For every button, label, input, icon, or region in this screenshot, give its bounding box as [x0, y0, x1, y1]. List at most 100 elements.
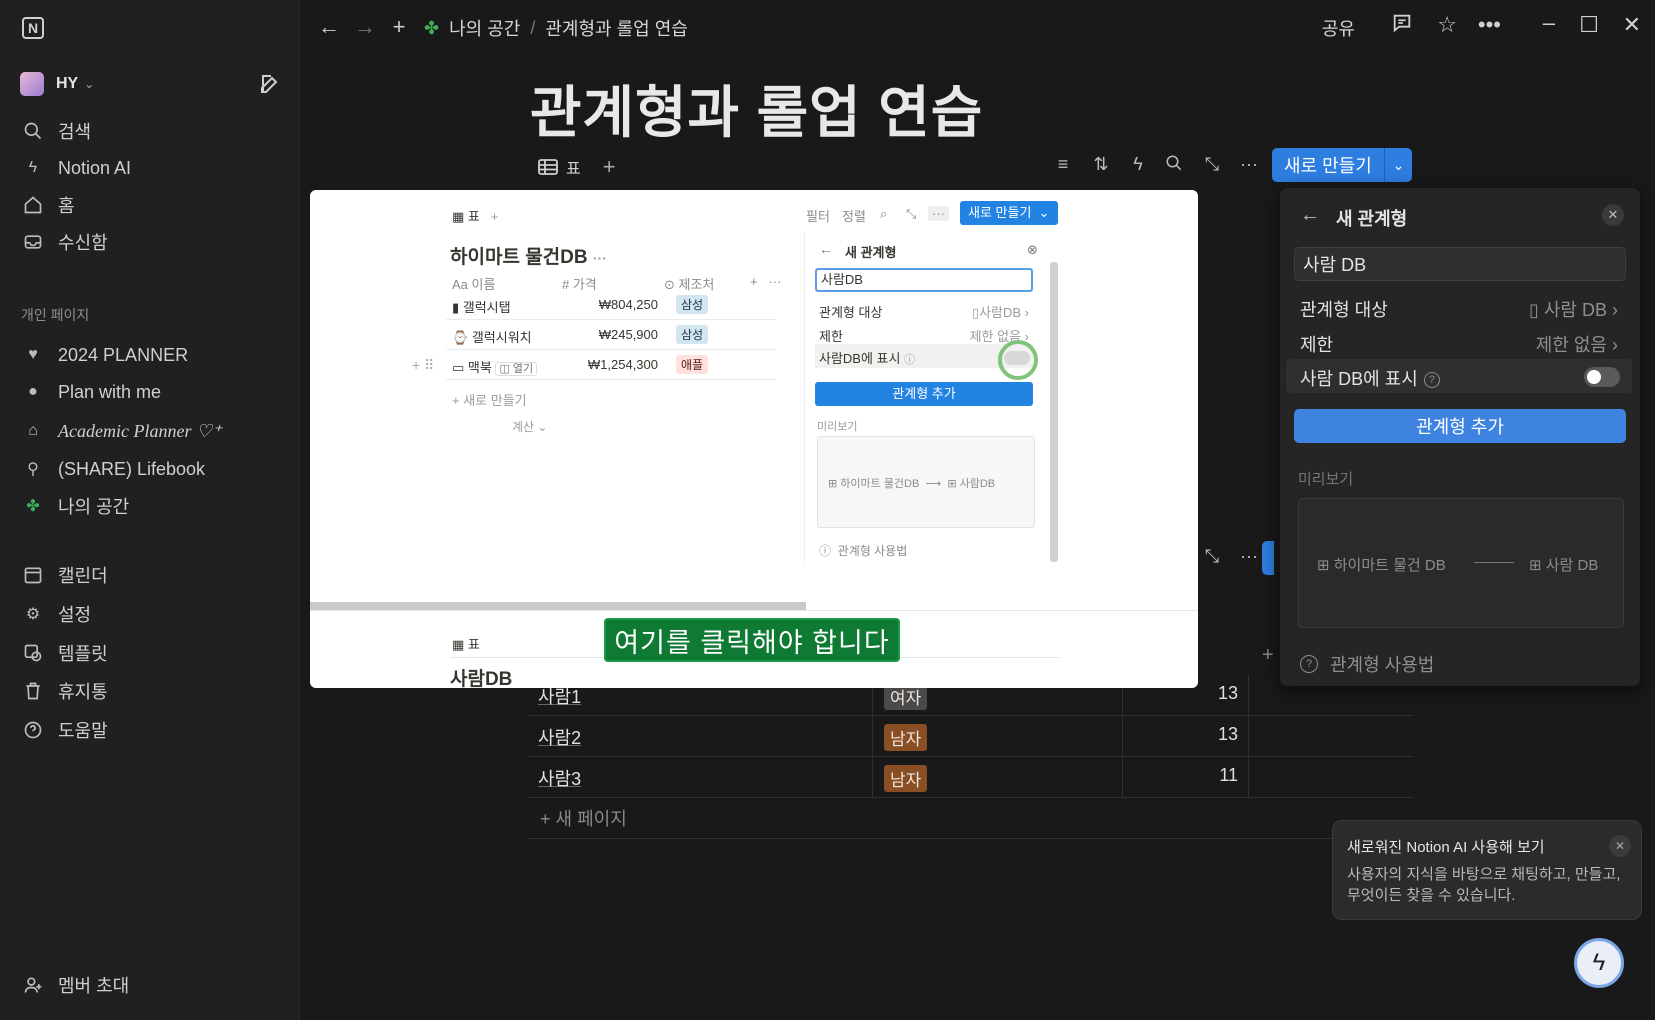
new-page-button[interactable]: + 새 페이지: [540, 805, 627, 831]
expand-icon: ⤡: [906, 206, 917, 221]
sidebar-item-inbox[interactable]: 수신함: [22, 228, 108, 256]
sidebar-item-calendar[interactable]: 캘린더: [22, 561, 108, 589]
invite-members-button[interactable]: 멤버 초대: [22, 971, 129, 999]
relation-target-row[interactable]: 관계형 대상 ▯ 사람 DB ›: [1294, 290, 1626, 324]
notion-ai-popup[interactable]: 새로워진 Notion AI 사용해 보기 사용자의 지식을 바탕으로 채팅하고…: [1332, 820, 1642, 920]
new-button[interactable]: [1262, 541, 1274, 575]
limit-row[interactable]: 제한 제한 없음 ›: [1294, 325, 1626, 359]
star-icon[interactable]: ☆: [1437, 12, 1457, 38]
more-icon[interactable]: ···: [1238, 154, 1260, 175]
more-icon[interactable]: ···: [1238, 546, 1260, 567]
sidebar-item-notion-ai[interactable]: ϟ Notion AI: [22, 154, 131, 182]
home-icon: [22, 194, 44, 216]
breadcrumb-root[interactable]: 나의 공간: [449, 15, 520, 41]
status-badge: 남자: [884, 724, 928, 751]
overlay-row: ▭ 맥북 ◫ 열기 ₩1,254,300 애플: [446, 350, 776, 380]
overlay-row-name-text: 갤럭시워치: [471, 330, 532, 345]
more-icon: ···: [928, 206, 949, 221]
add-property-icon[interactable]: +: [1262, 644, 1274, 667]
new-button[interactable]: 새로 만들기 ⌄: [1272, 148, 1412, 182]
sidebar-item-templates[interactable]: 템플릿: [22, 639, 108, 667]
sidebar-page-my-space[interactable]: ✤ 나의 공간: [22, 492, 129, 520]
minimize-icon[interactable]: –: [1543, 10, 1555, 36]
invite-label: 멤버 초대: [58, 976, 130, 996]
automation-icon[interactable]: ϟ: [1127, 154, 1149, 175]
sidebar-item-home[interactable]: 홈: [22, 191, 75, 219]
sidebar-page-lifebook[interactable]: ⚲ (SHARE) Lifebook: [22, 455, 205, 483]
preview-label: 미리보기: [1298, 471, 1354, 488]
comment-icon[interactable]: [1391, 12, 1413, 40]
overlay-row-name: ⌚ 갤럭시워치: [452, 330, 532, 345]
new-page-icon[interactable]: [258, 72, 282, 96]
back-arrow-icon[interactable]: ←: [1300, 204, 1320, 227]
table-row[interactable]: 사람2 남자 13: [528, 716, 1414, 757]
notion-ai-icon[interactable]: ϟ: [1574, 938, 1624, 988]
howto-text: 관계형 사용법: [1330, 655, 1435, 675]
sidebar-item-search[interactable]: 검색: [22, 117, 91, 145]
notion-logo-icon[interactable]: N: [22, 17, 44, 39]
table-row[interactable]: 사람3 남자 11: [528, 757, 1414, 798]
sidebar-page-plan-with-me[interactable]: ● Plan with me: [22, 378, 161, 406]
show-on-target-row[interactable]: 사람 DB에 표시?: [1286, 359, 1632, 393]
add-relation-button[interactable]: 관계형 추가: [1294, 409, 1626, 443]
sidebar-item-label: 검색: [58, 122, 92, 142]
building-icon: ⌂: [28, 422, 38, 439]
sidebar-page-2024-planner[interactable]: ♥ 2024 PLANNER: [22, 341, 188, 369]
relation-howto-link[interactable]: ? 관계형 사용법: [1300, 651, 1434, 677]
forward-arrow-icon[interactable]: →: [352, 14, 378, 40]
tab-table-view[interactable]: 표 +: [538, 154, 616, 180]
chevron-down-icon[interactable]: ⌄: [1384, 148, 1412, 182]
scrollbar: [1050, 262, 1058, 562]
filter-icon[interactable]: ≡: [1052, 154, 1074, 175]
overlay-row-price: ₩804,250: [598, 297, 658, 312]
page-title[interactable]: 관계형과 롤업 연습: [530, 68, 983, 149]
back-arrow-icon: ←: [819, 241, 833, 257]
add-view-icon[interactable]: +: [603, 154, 616, 180]
row-name[interactable]: 사람3: [538, 765, 581, 791]
maximize-icon[interactable]: ☐: [1579, 12, 1599, 38]
row-name[interactable]: 사람2: [538, 724, 581, 750]
limit-value: 제한 없음 ›: [1535, 335, 1618, 355]
overlay-row-name: ▭ 맥북 ◫ 열기: [452, 357, 538, 376]
breadcrumb-page[interactable]: 관계형과 롤업 연습: [545, 15, 687, 41]
overlay-new-row: + 새로 만들기: [452, 393, 527, 408]
sidebar-item-label: 휴지통: [58, 682, 108, 702]
expand-icon[interactable]: ⤡: [1201, 154, 1223, 175]
instruction-callout: 여기를 클릭해야 합니다: [604, 618, 900, 662]
shell-icon: ●: [28, 383, 38, 400]
close-icon[interactable]: ✕: [1623, 12, 1641, 38]
show-on-target-toggle[interactable]: [1584, 367, 1620, 387]
plus-icon[interactable]: +: [386, 14, 412, 40]
relation-target-text: 사람 DB: [1543, 300, 1607, 320]
sidebar-item-label: 캘린더: [58, 566, 108, 586]
sidebar: N HY ⌄ 검색 ϟ Notion AI 홈 수신함 개인 페이지 ♥ 202…: [0, 0, 300, 1020]
preview-target-text: 사람 DB: [1545, 557, 1599, 574]
sidebar-item-help[interactable]: 도움말: [22, 716, 108, 744]
open-chip-text: 열기: [512, 363, 534, 375]
sidebar-page-label: 나의 공간: [58, 497, 130, 517]
sidebar-item-trash[interactable]: 휴지통: [22, 677, 108, 705]
relation-target-label: 관계형 대상: [1300, 300, 1388, 320]
row-age: 11: [1219, 765, 1238, 785]
sidebar-item-settings[interactable]: ⚙ 설정: [22, 600, 91, 628]
search-icon[interactable]: [1163, 154, 1185, 177]
close-icon[interactable]: ✕: [1602, 204, 1624, 226]
more-icon[interactable]: •••: [1478, 12, 1501, 38]
relation-name-input[interactable]: [1294, 247, 1626, 281]
share-button[interactable]: 공유: [1322, 15, 1355, 41]
overlay-sort: 정렬: [842, 209, 866, 224]
column-divider: [872, 716, 873, 756]
overlay-row-name-text: 맥북: [467, 360, 492, 375]
breadcrumb-separator: /: [530, 17, 536, 38]
expand-icon[interactable]: ⤡: [1201, 546, 1223, 567]
overlay-row-price: ₩1,254,300: [587, 357, 658, 372]
back-arrow-icon[interactable]: ←: [316, 14, 342, 40]
sort-icon[interactable]: ⇅: [1090, 154, 1112, 175]
close-icon[interactable]: ✕: [1609, 835, 1631, 857]
more-icon: ···: [592, 250, 607, 266]
column-divider: [1248, 675, 1249, 715]
help-icon: ⓘ: [904, 354, 916, 366]
workspace-switcher[interactable]: HY ⌄: [20, 70, 94, 98]
sidebar-page-academic-planner[interactable]: ⌂ Academic Planner ♡⁺: [22, 417, 221, 445]
new-button-label: 새로 만들기: [1284, 156, 1372, 176]
